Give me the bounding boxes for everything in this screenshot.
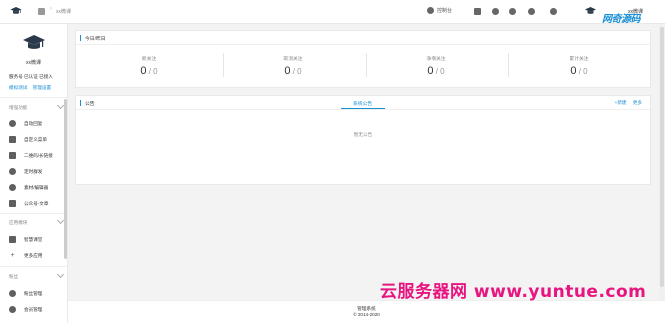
account-status: 服务号 已认证 已接入 xyxy=(9,74,53,79)
simulate-test-link[interactable]: 模拟测试 xyxy=(9,85,27,90)
breadcrumb-current[interactable]: xx微课 xyxy=(56,8,71,15)
top-bar: › xx微课 控制台 xx微课 xyxy=(0,0,665,24)
dashboard-icon xyxy=(427,7,434,14)
compass-icon xyxy=(9,184,16,191)
sidebar-item-scheduled-send[interactable]: 定时群发 xyxy=(9,167,42,176)
account-cap-icon[interactable] xyxy=(584,5,597,17)
qrcode-icon xyxy=(9,152,16,159)
plus-icon: + xyxy=(10,252,15,259)
stat-label: 取消关注 xyxy=(283,57,303,62)
stat-total-follow: 累计关注 0 / 0 xyxy=(509,55,649,77)
sidebar-item-label: 会员管理 xyxy=(24,306,43,312)
settings-icon[interactable] xyxy=(492,8,499,15)
accent-bar xyxy=(80,100,81,106)
reply-icon xyxy=(9,120,16,127)
footer-copyright: © 2014-2020 xyxy=(353,312,380,317)
stat-new-follow: 新关注 0 / 0 xyxy=(79,55,219,77)
group-app-modules[interactable]: 应用模块 xyxy=(9,220,27,226)
sidebar-item-label: 定时群发 xyxy=(24,168,43,174)
card-title: 公告 xyxy=(85,102,95,107)
stat-yesterday: 0 xyxy=(583,67,588,76)
console-link[interactable]: 控制台 xyxy=(427,7,452,14)
article-icon xyxy=(9,200,16,207)
watermark-text: 云服务器网 www.yuntue.com xyxy=(380,282,647,302)
sidebar-item-more-apps[interactable]: + 更多应用 xyxy=(9,251,42,260)
sidebar-item-label: 素材/编辑器 xyxy=(24,184,49,190)
sidebar-item-qrcode[interactable]: 二维码/长链接 xyxy=(9,151,53,160)
breadcrumb-separator: › xyxy=(50,6,52,12)
menu-icon xyxy=(9,136,16,143)
divider xyxy=(0,266,68,267)
tab-system-notice[interactable]: 系统公告 xyxy=(353,100,372,107)
group-fans[interactable]: 粉丝 xyxy=(9,274,18,280)
sidebar-item-fans[interactable]: 粉丝管理 xyxy=(9,289,42,298)
heart-icon xyxy=(9,290,16,297)
help-icon[interactable] xyxy=(509,8,516,15)
sidebar-item-label: 自定义菜单 xyxy=(24,136,47,142)
sidebar-item-label: 自动回复 xyxy=(24,120,43,126)
sidebar: xx微课 服务号 已认证 已接入 模拟测试 管理设置 增强功能 自动回复 自定义… xyxy=(0,24,68,323)
sidebar-item-label: 粉丝管理 xyxy=(24,290,43,296)
chevron-down-icon[interactable] xyxy=(56,216,65,225)
notice-card: 公告 系统公告 +新建 更多 暂无公告 xyxy=(75,95,651,185)
tab-underline xyxy=(341,108,385,109)
sidebar-item-members[interactable]: 会员管理 xyxy=(9,305,42,314)
sidebar-item-auto-reply[interactable]: 自动回复 xyxy=(9,119,42,128)
accent-bar xyxy=(80,35,81,41)
new-notice-button[interactable]: +新建 xyxy=(615,100,627,105)
stat-yesterday: 0 xyxy=(440,67,445,76)
card-header: 今日/昨日 xyxy=(76,31,650,45)
sidebar-item-materials[interactable]: 素材/编辑器 xyxy=(9,183,48,192)
member-icon xyxy=(9,306,16,313)
stat-label: 累计关注 xyxy=(569,57,589,62)
sidebar-item-label: 二维码/长链接 xyxy=(24,152,53,158)
divider xyxy=(0,97,68,98)
home-icon[interactable] xyxy=(38,8,45,15)
scroll-thumb[interactable] xyxy=(660,27,664,287)
stat-unfollow: 取消关注 0 / 0 xyxy=(223,55,363,77)
console-label: 控制台 xyxy=(437,8,453,14)
stat-yesterday: 0 xyxy=(153,67,158,76)
group-enhanced[interactable]: 增强功能 xyxy=(9,105,27,111)
chevron-down-icon[interactable] xyxy=(56,270,65,279)
graduation-cap-icon[interactable] xyxy=(10,5,22,17)
sidebar-item-custom-menu[interactable]: 自定义菜单 xyxy=(9,135,47,144)
stat-net-follow: 净增关注 0 / 0 xyxy=(366,55,506,77)
divider xyxy=(0,213,68,214)
sidebar-item-articles[interactable]: 公众号-文章 xyxy=(9,199,49,208)
stat-label: 新关注 xyxy=(141,57,157,62)
sidebar-item-label: 智慧课堂 xyxy=(24,236,43,242)
user-menu-icon[interactable] xyxy=(550,8,557,15)
stat-yesterday: 0 xyxy=(297,67,302,76)
watermark-logo: 网奇源码 xyxy=(602,14,641,25)
sidebar-item-smart-classroom[interactable]: 智慧课堂 xyxy=(9,235,42,244)
card-header: 公告 系统公告 +新建 更多 xyxy=(76,96,650,110)
stat-label: 净增关注 xyxy=(426,57,446,62)
chevron-down-icon[interactable] xyxy=(56,101,65,110)
sidebar-item-label: 公众号-文章 xyxy=(24,200,49,206)
page-scrollbar[interactable] xyxy=(659,25,665,300)
clock-icon xyxy=(9,168,16,175)
footer: 管理系统 © 2014-2020 xyxy=(68,300,665,323)
more-link[interactable]: 更多 xyxy=(633,100,642,105)
notification-bell-icon[interactable] xyxy=(528,8,535,15)
empty-state: 暂无公告 xyxy=(353,132,373,137)
card-title: 今日/昨日 xyxy=(85,37,106,42)
manage-settings-link[interactable]: 管理设置 xyxy=(33,85,51,90)
sidebar-scrollbar[interactable] xyxy=(64,99,67,259)
stats-card: 今日/昨日 新关注 0 / 0 取消关注 0 / 0 净增关注 0 / 0 累计… xyxy=(75,30,651,88)
sidebar-item-label: 更多应用 xyxy=(24,252,43,258)
account-avatar[interactable] xyxy=(22,33,46,53)
account-name-label: xx微课 xyxy=(25,60,41,66)
classroom-icon xyxy=(9,236,16,243)
store-icon[interactable] xyxy=(474,8,481,15)
